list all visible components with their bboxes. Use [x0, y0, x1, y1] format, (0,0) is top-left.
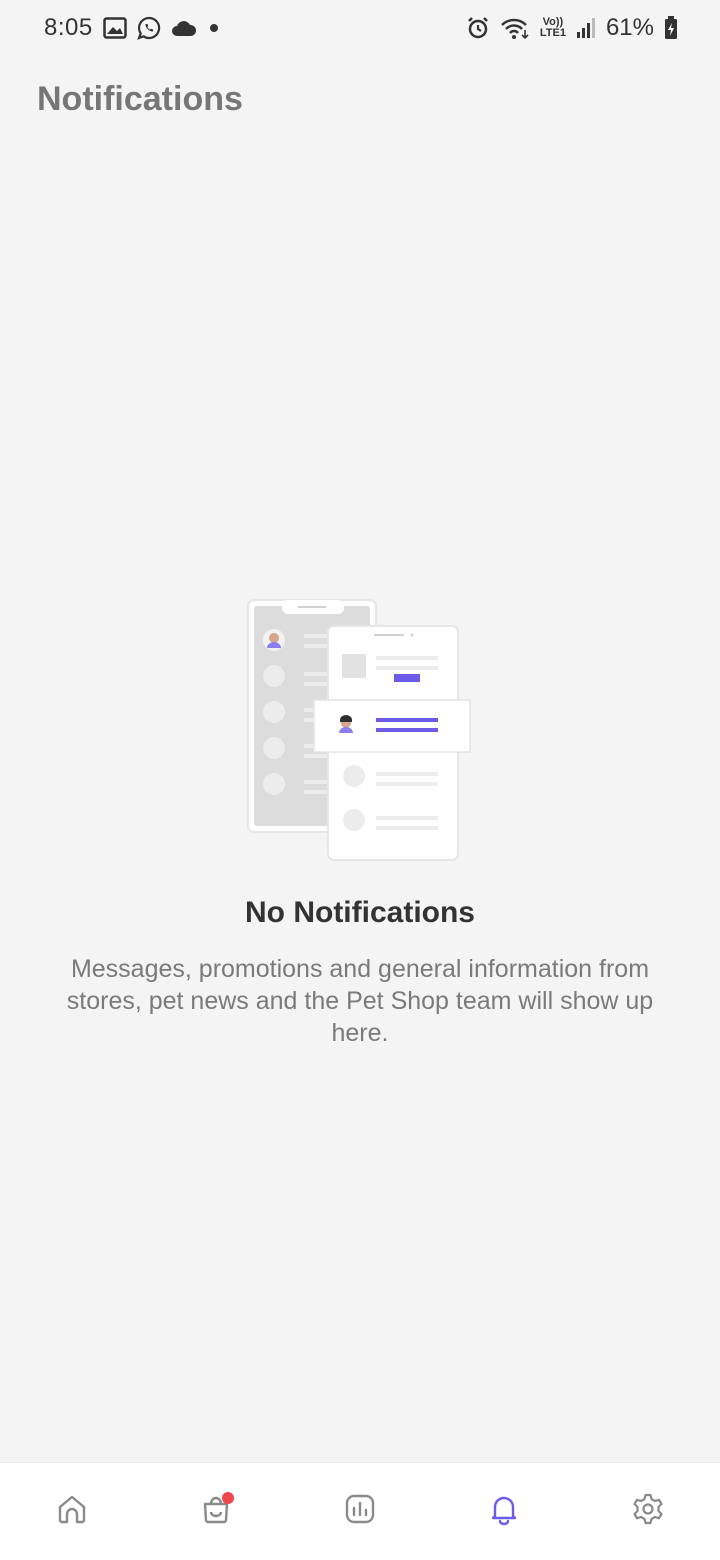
gallery-icon — [102, 17, 127, 39]
nav-orders[interactable] — [180, 1476, 252, 1548]
empty-state-description: Messages, promotions and general informa… — [66, 955, 654, 1047]
battery-percent: 61% — [605, 14, 654, 41]
nav-home[interactable] — [36, 1476, 108, 1548]
status-bar: 8:05 Vo)) LTE1 61% — [0, 0, 720, 56]
nav-stats[interactable] — [324, 1476, 396, 1548]
empty-state-title: No Notifications — [245, 896, 475, 929]
whatsapp-icon — [136, 16, 161, 40]
status-right: Vo)) LTE1 61% — [466, 14, 678, 42]
nav-settings[interactable] — [612, 1476, 684, 1548]
empty-state-illustration — [246, 596, 474, 866]
dot-icon — [207, 21, 221, 35]
notifications-screen: 8:05 Vo)) LTE1 61% Notifications No Noti… — [0, 0, 720, 1560]
signal-icon — [576, 17, 596, 39]
nav-notifications[interactable] — [468, 1476, 540, 1548]
volte-icon: Vo)) LTE1 — [540, 17, 566, 39]
bottom-navigation — [0, 1462, 720, 1560]
alarm-icon — [466, 16, 490, 40]
bell-icon — [487, 1492, 521, 1531]
status-time: 8:05 — [44, 14, 93, 41]
cloud-icon — [171, 19, 197, 37]
chart-icon — [343, 1492, 377, 1531]
orders-badge-dot — [222, 1491, 234, 1504]
volte-label-bottom: LTE1 — [539, 27, 566, 39]
gear-icon — [631, 1492, 665, 1531]
status-left: 8:05 — [44, 14, 221, 42]
home-icon — [55, 1492, 89, 1531]
page-title: Notifications — [37, 80, 243, 118]
battery-icon — [664, 16, 678, 40]
wifi-icon — [500, 16, 530, 40]
